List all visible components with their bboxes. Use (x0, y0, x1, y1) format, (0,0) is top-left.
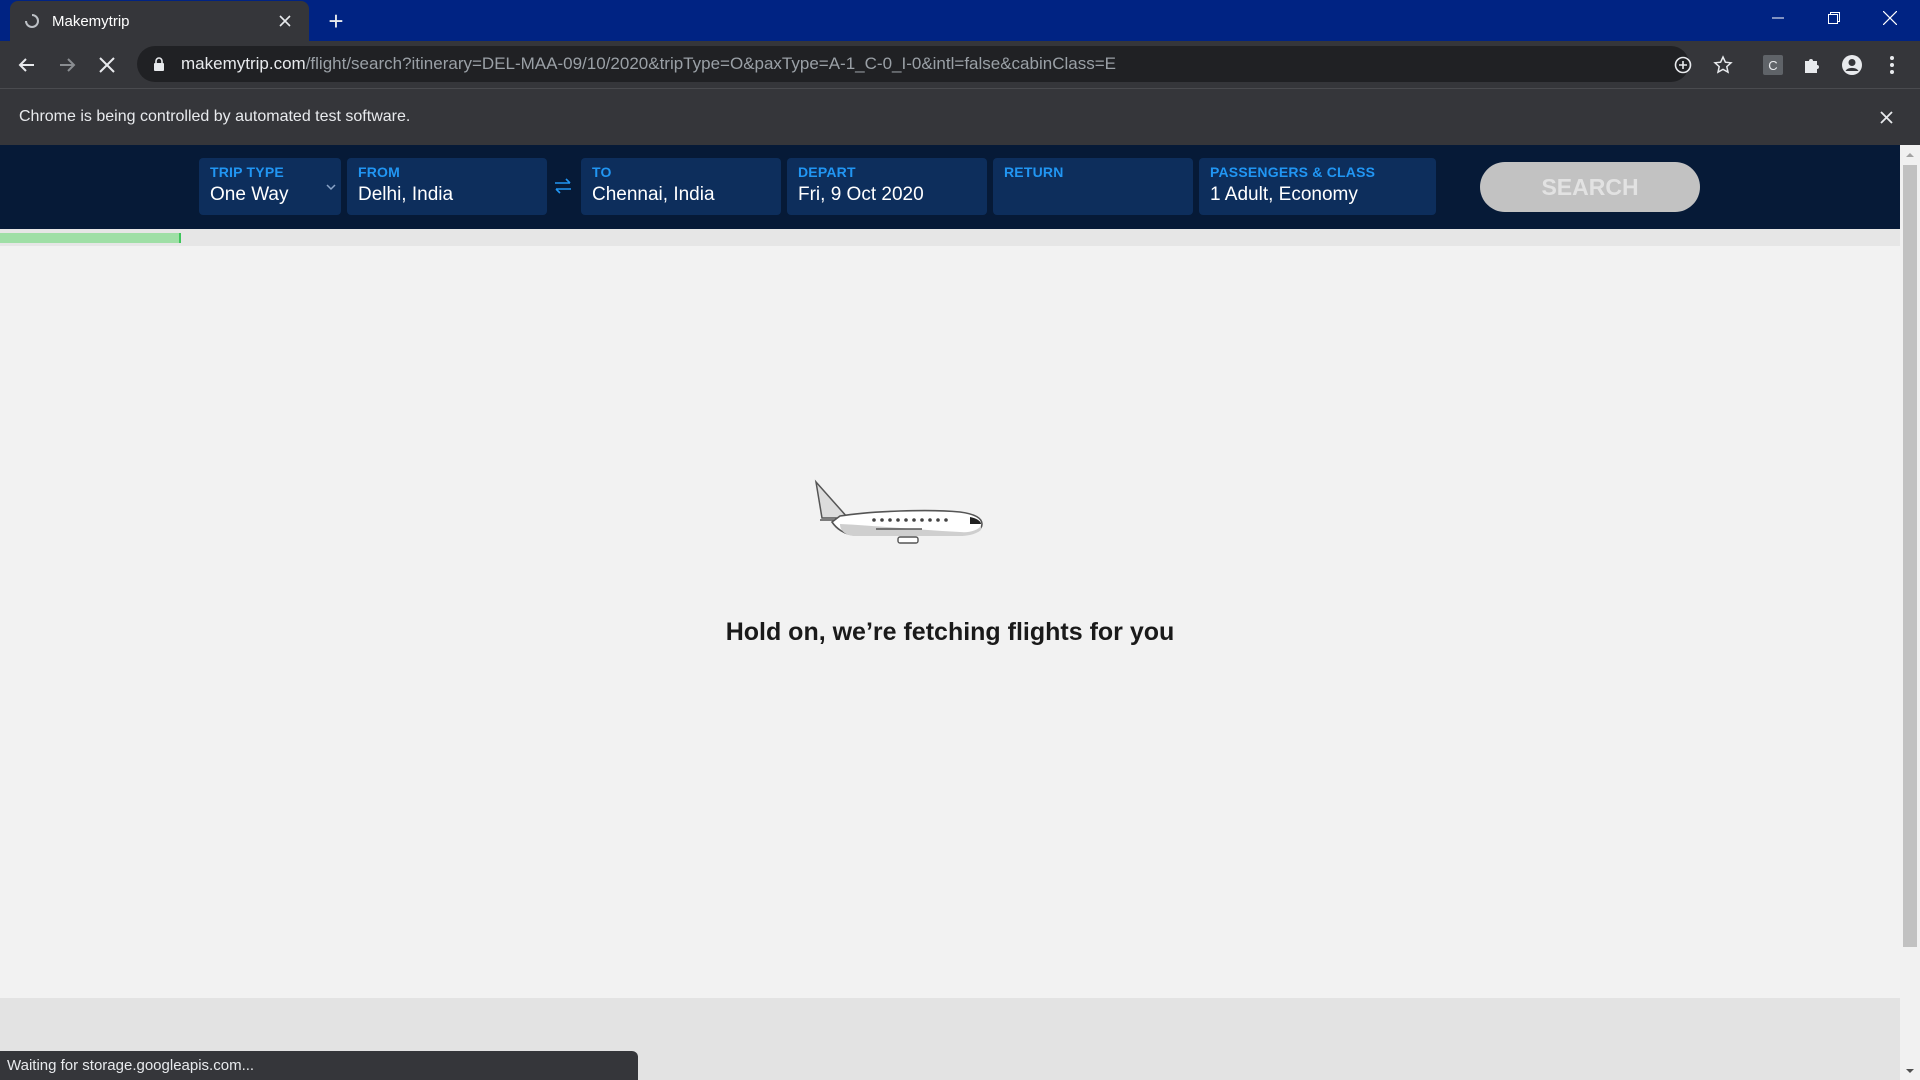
scroll-up-arrow-icon[interactable] (1905, 150, 1915, 160)
lock-icon (154, 57, 164, 71)
infobar-message: Chrome is being controlled by automated … (19, 108, 411, 125)
to-value: Chennai, India (592, 184, 715, 205)
chevron-down-icon (326, 184, 336, 191)
trip-type-label: TRIP TYPE (210, 164, 284, 180)
scroll-down-arrow-icon[interactable] (1905, 1066, 1915, 1076)
forward-arrow-icon[interactable] (52, 50, 82, 80)
results-loading-area: Hold on, we’re fetching flights for you (0, 246, 1900, 998)
address-bar[interactable]: makemytrip.com/flight/search?itinerary=D… (137, 46, 1733, 82)
passengers-class-label: PASSENGERS & CLASS (1210, 164, 1376, 180)
loading-message: Hold on, we’re fetching flights for you (725, 618, 1175, 646)
return-field[interactable]: RETURN (993, 158, 1193, 215)
to-field[interactable]: TO Chennai, India (581, 158, 781, 215)
loading-spinner-icon (24, 13, 40, 29)
restore-icon[interactable] (1806, 0, 1862, 36)
status-bubble: Waiting for storage.googleapis.com... (0, 1051, 638, 1080)
extension-c-badge: C (1763, 55, 1783, 75)
loading-progress-fill (0, 233, 181, 243)
browser-toolbar: makemytrip.com/flight/search?itinerary=D… (0, 41, 1920, 88)
bookmark-star-icon[interactable] (1712, 54, 1734, 76)
browser-titlebar: Makemytrip + (0, 0, 1920, 41)
trip-type-value: One Way (210, 184, 289, 205)
browser-menu-icon[interactable] (1880, 53, 1904, 77)
loading-progress-bar (0, 229, 1900, 246)
return-label: RETURN (1004, 164, 1064, 180)
window-close-icon[interactable] (1862, 0, 1918, 36)
passengers-class-field[interactable]: PASSENGERS & CLASS 1 Adult, Economy (1199, 158, 1436, 215)
infobar-close-icon[interactable] (1874, 105, 1898, 129)
new-tab-button[interactable]: + (322, 8, 350, 36)
stop-loading-icon[interactable] (92, 50, 122, 80)
install-app-icon[interactable] (1672, 54, 1694, 76)
page-scrollbar[interactable] (1900, 145, 1920, 1080)
flight-search-header: TRIP TYPE One Way FROM Delhi, India TO C… (0, 145, 1900, 229)
from-label: FROM (358, 164, 401, 180)
to-label: TO (592, 164, 612, 180)
depart-label: DEPART (798, 164, 856, 180)
browser-tab[interactable]: Makemytrip (10, 1, 309, 41)
extensions-puzzle-icon[interactable] (1800, 53, 1824, 77)
depart-field[interactable]: DEPART Fri, 9 Oct 2020 (787, 158, 987, 215)
airplane-icon (814, 479, 983, 544)
scrollbar-thumb[interactable] (1903, 165, 1917, 947)
back-arrow-icon[interactable] (12, 50, 42, 80)
url-text: makemytrip.com/flight/search?itinerary=D… (181, 54, 1116, 73)
trip-type-field[interactable]: TRIP TYPE One Way (199, 158, 341, 215)
swap-cities-icon[interactable] (553, 174, 573, 198)
profile-avatar-icon[interactable] (1840, 53, 1864, 77)
passengers-class-value: 1 Adult, Economy (1210, 184, 1358, 205)
minimize-icon[interactable] (1750, 0, 1806, 36)
tab-close-icon[interactable] (275, 11, 295, 31)
extension-c-icon[interactable]: C (1761, 53, 1785, 77)
from-field[interactable]: FROM Delhi, India (347, 158, 547, 215)
from-value: Delhi, India (358, 184, 454, 205)
depart-value: Fri, 9 Oct 2020 (798, 184, 924, 205)
tab-title: Makemytrip (52, 12, 130, 30)
search-button[interactable]: SEARCH (1480, 162, 1700, 212)
automation-infobar: Chrome is being controlled by automated … (0, 88, 1920, 145)
